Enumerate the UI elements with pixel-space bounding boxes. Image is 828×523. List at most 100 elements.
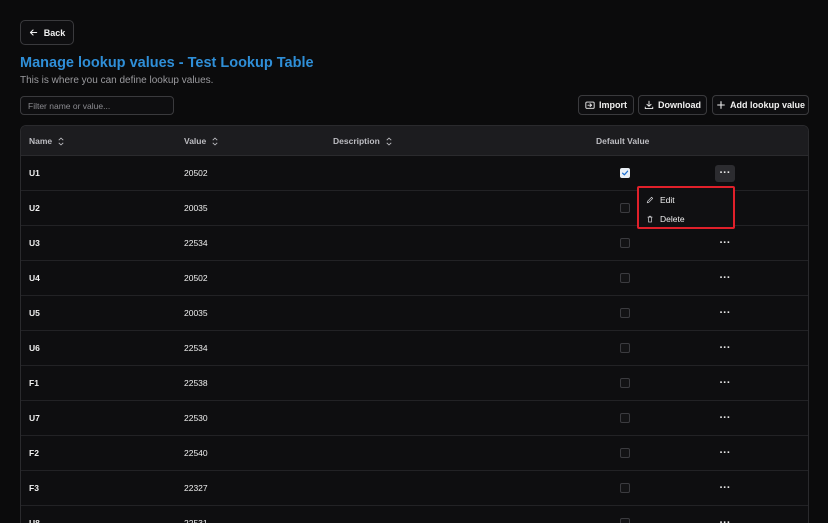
default-value-checkbox[interactable] bbox=[620, 343, 630, 353]
arrow-left-icon bbox=[29, 29, 37, 36]
default-value-cell bbox=[620, 506, 630, 523]
default-value-cell bbox=[620, 401, 630, 435]
page-title: Manage lookup values - Test Lookup Table bbox=[20, 55, 314, 71]
more-horizontal-icon[interactable]: ··· bbox=[715, 164, 735, 182]
table-row: U8 22531 ··· bbox=[21, 506, 808, 523]
default-value-checkbox[interactable] bbox=[620, 518, 630, 523]
sort-icon bbox=[212, 136, 218, 146]
row-actions-cell: ··· bbox=[715, 401, 735, 435]
default-value-cell bbox=[620, 366, 630, 400]
column-header-label: Name bbox=[29, 136, 53, 146]
cell-name: U1 bbox=[29, 168, 40, 178]
cell-value: 22538 bbox=[184, 378, 208, 388]
cell-name: U4 bbox=[29, 273, 40, 283]
cell-value: 22327 bbox=[184, 483, 208, 493]
column-header-value[interactable]: Value bbox=[184, 126, 219, 156]
default-value-checkbox[interactable] bbox=[620, 448, 630, 458]
default-value-cell bbox=[620, 226, 630, 260]
row-actions-cell: ··· bbox=[715, 156, 735, 190]
row-actions-cell: ··· bbox=[715, 506, 735, 523]
default-value-checkbox[interactable] bbox=[620, 308, 630, 318]
back-button[interactable]: Back bbox=[20, 20, 74, 45]
default-value-checkbox[interactable] bbox=[620, 413, 630, 423]
column-header-default-value: Default Value bbox=[596, 126, 649, 156]
cell-value: 20502 bbox=[184, 273, 208, 283]
row-actions-cell: ··· bbox=[715, 366, 735, 400]
more-horizontal-icon[interactable]: ··· bbox=[720, 237, 731, 249]
column-header-label: Default Value bbox=[596, 136, 650, 146]
cell-name: U5 bbox=[29, 308, 40, 318]
download-button[interactable]: Download bbox=[638, 95, 707, 115]
default-value-checkbox[interactable] bbox=[620, 273, 630, 283]
default-value-cell bbox=[620, 191, 630, 225]
cell-name: U7 bbox=[29, 413, 40, 423]
row-actions-cell: ··· bbox=[715, 296, 735, 330]
more-horizontal-icon[interactable]: ··· bbox=[720, 412, 731, 424]
cell-name: U2 bbox=[29, 203, 40, 213]
back-label: Back bbox=[43, 27, 66, 38]
pencil-icon bbox=[646, 196, 654, 203]
more-horizontal-icon[interactable]: ··· bbox=[720, 377, 731, 389]
cell-name: F3 bbox=[29, 483, 39, 493]
cell-name: U8 bbox=[29, 518, 40, 523]
more-horizontal-icon[interactable]: ··· bbox=[720, 307, 731, 319]
cell-name: U6 bbox=[29, 343, 40, 353]
filter-input[interactable] bbox=[20, 96, 174, 115]
table-row: F3 22327 ··· bbox=[21, 471, 808, 506]
default-value-cell bbox=[620, 156, 630, 190]
delete-label: Delete bbox=[660, 213, 685, 224]
table-row: F1 22538 ··· bbox=[21, 366, 808, 401]
import-button[interactable]: Import bbox=[578, 95, 634, 115]
table-header: Name Value Description Default Value bbox=[21, 126, 808, 156]
download-label: Download bbox=[658, 100, 701, 110]
sort-icon bbox=[58, 136, 64, 146]
default-value-checkbox[interactable] bbox=[620, 203, 630, 213]
plus-icon bbox=[717, 101, 725, 109]
page: Back Manage lookup values - Test Lookup … bbox=[0, 0, 828, 523]
cell-name: F1 bbox=[29, 378, 39, 388]
row-actions-cell: ··· bbox=[715, 436, 735, 470]
more-horizontal-icon[interactable]: ··· bbox=[720, 482, 731, 494]
table-row: U6 22534 ··· bbox=[21, 331, 808, 366]
cell-value: 20035 bbox=[184, 203, 208, 213]
table-row: U4 20502 ··· bbox=[21, 261, 808, 296]
row-actions-cell: ··· bbox=[715, 471, 735, 505]
more-horizontal-icon[interactable]: ··· bbox=[720, 272, 731, 284]
add-lookup-value-button[interactable]: Add lookup value bbox=[712, 95, 809, 115]
row-actions-cell: ··· bbox=[715, 261, 735, 295]
cell-value: 22540 bbox=[184, 448, 208, 458]
default-value-cell bbox=[620, 331, 630, 365]
cell-value: 22534 bbox=[184, 238, 208, 248]
default-value-cell bbox=[620, 436, 630, 470]
lookup-values-table: Name Value Description Default Value U1 2… bbox=[20, 125, 809, 523]
default-value-cell bbox=[620, 471, 630, 505]
delete-menu-item[interactable]: Delete bbox=[641, 209, 731, 228]
cell-value: 22531 bbox=[184, 518, 208, 523]
table-row: F2 22540 ··· bbox=[21, 436, 808, 471]
row-actions-cell: ··· bbox=[715, 331, 735, 365]
check-icon bbox=[621, 170, 629, 176]
default-value-checkbox[interactable] bbox=[620, 378, 630, 388]
trash-icon bbox=[647, 215, 653, 222]
default-value-cell bbox=[620, 261, 630, 295]
import-icon bbox=[585, 101, 595, 109]
more-horizontal-icon[interactable]: ··· bbox=[720, 447, 731, 459]
import-label: Import bbox=[599, 100, 627, 110]
default-value-checkbox[interactable] bbox=[620, 483, 630, 493]
cell-name: U3 bbox=[29, 238, 40, 248]
edit-menu-item[interactable]: Edit bbox=[641, 190, 731, 209]
edit-label: Edit bbox=[660, 194, 675, 205]
page-subtitle: This is where you can define lookup valu… bbox=[20, 75, 214, 86]
default-value-checkbox[interactable] bbox=[620, 168, 630, 178]
row-actions-cell: ··· bbox=[715, 226, 735, 260]
more-horizontal-icon[interactable]: ··· bbox=[720, 517, 731, 523]
cell-value: 22530 bbox=[184, 413, 208, 423]
default-value-checkbox[interactable] bbox=[620, 238, 630, 248]
more-horizontal-icon[interactable]: ··· bbox=[720, 342, 731, 354]
column-header-label: Description bbox=[333, 136, 380, 146]
column-header-description[interactable]: Description bbox=[333, 126, 393, 156]
table-row: U3 22534 ··· bbox=[21, 226, 808, 261]
cell-value: 20502 bbox=[184, 168, 208, 178]
column-header-name[interactable]: Name bbox=[29, 126, 65, 156]
sort-icon bbox=[386, 136, 392, 146]
